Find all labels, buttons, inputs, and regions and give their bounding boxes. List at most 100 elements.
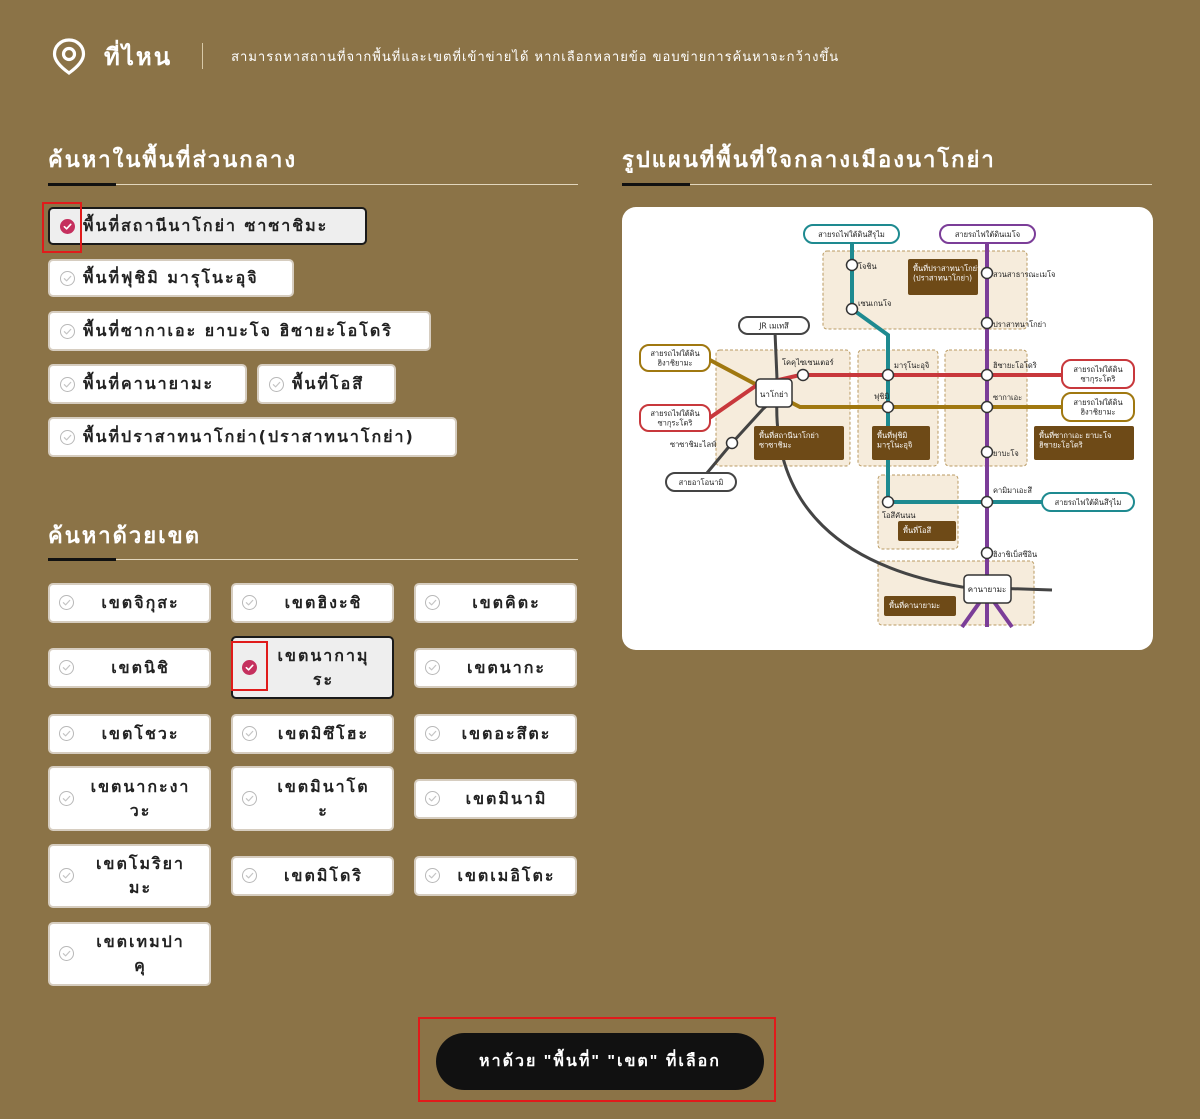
- station-label: โคคุไซเซนเตอร์: [782, 358, 834, 367]
- checkbox-icon: [60, 429, 75, 445]
- ward-option[interactable]: เขตนากะงาวะ: [48, 766, 211, 831]
- ward-option[interactable]: เขตมินาโตะ: [231, 766, 394, 831]
- station-label: ฮิงาชิเบ็สซึอิน: [993, 549, 1038, 559]
- checkbox-icon: [242, 790, 257, 806]
- area-label-text: พื้นที่คานายามะ: [889, 600, 940, 610]
- ward-section-divider: [48, 558, 578, 561]
- ward-option[interactable]: เขตคิตะ: [414, 583, 577, 623]
- ward-option[interactable]: เขตมิโดริ: [231, 856, 394, 896]
- station-marker: [845, 302, 859, 316]
- station-label: คามิมาเอะสึ: [993, 486, 1032, 495]
- station-label: ปราสาทนาโกย่า: [993, 320, 1046, 329]
- meijo-line-label-text: สายรถไฟใต้ดินเมโจ: [955, 230, 1020, 239]
- aonami-line-label-text: สายอาโอนามิ: [679, 478, 724, 487]
- station-marker: [881, 400, 895, 414]
- station-marker: [881, 495, 895, 509]
- checkbox-icon: [242, 595, 257, 610]
- checkbox-icon: [60, 270, 75, 286]
- checkbox-icon: [59, 790, 74, 806]
- sakuradori-line-label-text: สายรถไฟใต้ดินซากุระโดริ: [1073, 365, 1122, 384]
- checkbox-icon: [59, 595, 74, 610]
- page-title: ที่ไหน: [104, 42, 173, 71]
- ward-option[interactable]: เขตอะสึตะ: [414, 714, 577, 754]
- checkbox-icon: [425, 868, 440, 883]
- station-marker: [980, 495, 994, 509]
- checkbox-icon: [60, 376, 75, 392]
- checkbox-icon: [425, 726, 440, 741]
- area-option-label: พื้นที่ฟุชิมิ มารุโนะอุจิ: [83, 267, 259, 287]
- station-label: ฟุชิมิ: [874, 392, 889, 401]
- header-description: สามารถหาสถานที่จากพื้นที่และเขตที่เข้าข่…: [231, 49, 840, 65]
- page-header: ที่ไหน สามารถหาสถานที่จากพื้นที่และเขตที…: [50, 36, 839, 76]
- checkbox-icon: [425, 659, 440, 675]
- tsurumai-line-label-text: สายรถไฟใต้ดินสึรุไม: [818, 230, 885, 239]
- station-marker: [796, 368, 810, 382]
- ward-option[interactable]: เขตเทมปาคุ: [48, 922, 211, 986]
- checkbox-icon: [60, 218, 75, 234]
- search-selected-button[interactable]: หาด้วย "พื้นที่" "เขต" ที่เลือก: [436, 1033, 764, 1090]
- ward-option[interactable]: เขตฮิงะชิ: [231, 583, 394, 623]
- checkbox-icon: [59, 726, 74, 741]
- area-option-label: พื้นที่คานายามะ: [83, 373, 215, 393]
- central-section-title: ค้นหาในพื้นที่ส่วนกลาง: [48, 148, 298, 173]
- ward-option[interactable]: เขตโชวะ: [48, 714, 211, 754]
- station-label: ยาบะโจ: [993, 449, 1019, 458]
- checkbox-icon: [59, 868, 74, 883]
- checkbox-icon: [269, 376, 284, 392]
- ward-option[interactable]: เขตเมอิโตะ: [414, 856, 577, 896]
- area-option-label: พื้นที่สถานีนาโกย่า ซาซาชิมะ: [83, 215, 329, 235]
- central-section-divider: [48, 183, 578, 186]
- map-section-divider: [622, 183, 1152, 186]
- area-label-text: พื้นที่ปราสาทนาโกย่า(ปราสาทนาโกย่า): [913, 263, 981, 283]
- checkbox-icon: [425, 790, 440, 806]
- station-marker: [845, 258, 859, 272]
- station-label: มารุโนะอุจิ: [894, 361, 929, 370]
- area-option[interactable]: พื้นที่ฟุชิมิ มารุโนะอุจิ: [48, 259, 294, 297]
- area-option[interactable]: พื้นที่ซากาเอะ ยาบะโจ ฮิซายะโอโดริ: [48, 311, 431, 351]
- checkbox-icon: [59, 659, 74, 675]
- ward-option[interactable]: เขตโมริยามะ: [48, 844, 211, 908]
- ward-option[interactable]: เขตนิชิ: [48, 647, 211, 688]
- station-marker: [980, 400, 994, 414]
- sakuradori-line-label-text: สายรถไฟใต้ดินซากุระโดริ: [650, 409, 699, 428]
- station-label: โอสึคันนน: [882, 511, 916, 520]
- checkbox-icon: [425, 595, 440, 610]
- station-marker: [980, 316, 994, 330]
- area-map-diagram: สายรถไฟใต้ดินสึรุไม สายรถไฟใต้ดินเมโจ JR เ…: [639, 224, 1135, 629]
- station-marker: [881, 368, 895, 382]
- area-option[interactable]: พื้นที่โอสึ: [257, 364, 396, 404]
- higashiyama-line-label-text: สายรถไฟใต้ดินฮิงาชิยามะ: [1073, 398, 1122, 417]
- area-option-label: พื้นที่โอสึ: [292, 373, 364, 393]
- ward-option[interactable]: เขตจิกุสะ: [48, 583, 211, 623]
- station-label: สวนสาธารณะเมโจ: [993, 270, 1055, 279]
- ward-option[interactable]: เขตนากะ: [414, 647, 577, 688]
- higashiyama-line-label-text: สายรถไฟใต้ดินฮิงาชิยามะ: [650, 349, 699, 368]
- area-option[interactable]: พื้นที่ปราสาทนาโกย่า(ปราสาทนาโกย่า): [48, 417, 457, 457]
- ward-option[interactable]: เขตมินามิ: [414, 778, 577, 819]
- area-option[interactable]: พื้นที่คานายามะ: [48, 364, 247, 404]
- area-option[interactable]: พื้นที่สถานีนาโกย่า ซาซาชิมะ: [48, 207, 367, 245]
- ward-option[interactable]: เขตมิซึโฮะ: [231, 714, 394, 754]
- station-label: ซากาเอะ: [993, 393, 1022, 402]
- station-marker: [980, 445, 994, 459]
- station-label: เซนเกนโจ: [858, 299, 891, 308]
- checkbox-icon: [60, 323, 75, 339]
- jr-line-label-text: JR เมเทสึ: [758, 322, 789, 331]
- checkbox-icon: [59, 946, 74, 961]
- checkbox-icon: [242, 726, 257, 741]
- area-label-text: พื้นที่ฟุชิมิมารุโนะอุจิ: [877, 430, 912, 450]
- map-section-title: รูปแผนที่พื้นที่ใจกลางเมืองนาโกย่า: [622, 148, 996, 173]
- area-label-text: พื้นที่โอสึ: [903, 525, 932, 535]
- tsurumai-line-label-text: สายรถไฟใต้ดินสึรุไม: [1055, 498, 1122, 507]
- ward-option[interactable]: เขตนากามุระ: [231, 636, 394, 699]
- station-marker: [725, 436, 739, 450]
- station-marker: [980, 368, 994, 382]
- station-label: คานายามะ: [968, 585, 1007, 594]
- station-label: โจชิน: [858, 262, 877, 271]
- area-option-label: พื้นที่ซากาเอะ ยาบะโจ ฮิซายะโอโดริ: [83, 320, 393, 340]
- area-map: สายรถไฟใต้ดินสึรุไม สายรถไฟใต้ดินเมโจ JR เ…: [622, 207, 1153, 650]
- area-option-label: พื้นที่ปราสาทนาโกย่า(ปราสาทนาโกย่า): [83, 426, 415, 446]
- location-pin-icon: [52, 38, 86, 75]
- station-label: ซาซาชิมะไลฟ์: [670, 440, 716, 449]
- station-label: ฮิซายะโอโดริ: [993, 361, 1037, 370]
